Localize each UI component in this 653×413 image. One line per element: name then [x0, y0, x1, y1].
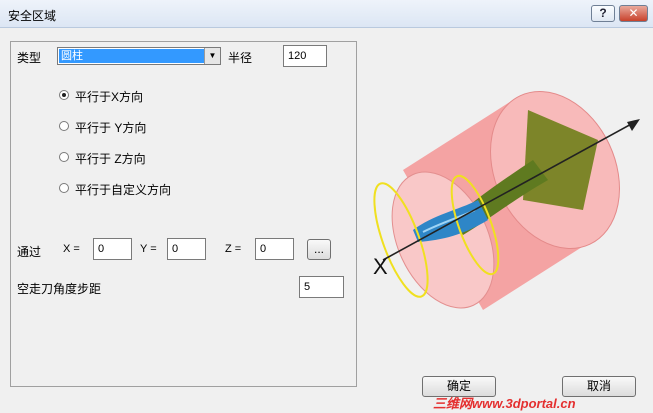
- x-label: X =: [63, 243, 80, 255]
- step-input[interactable]: 5: [299, 276, 344, 298]
- help-button[interactable]: ?: [591, 5, 615, 22]
- radio-parallel-custom-label[interactable]: 平行于自定义方向: [75, 181, 171, 198]
- through-label: 通过: [17, 245, 42, 259]
- radio-parallel-x[interactable]: [59, 90, 69, 100]
- axis-x-label: X: [373, 254, 388, 279]
- type-label: 类型: [17, 51, 42, 65]
- watermark: 三维网www.3dportal.cn: [433, 396, 576, 411]
- close-button[interactable]: ✕: [619, 5, 648, 22]
- radius-input[interactable]: 120: [283, 45, 327, 67]
- radio-parallel-y[interactable]: [59, 121, 69, 131]
- step-label: 空走刀角度步距: [17, 282, 102, 296]
- radio-parallel-custom[interactable]: [59, 183, 69, 193]
- x-input[interactable]: 0: [93, 238, 132, 260]
- browse-button[interactable]: ...: [307, 239, 331, 260]
- radio-parallel-z-label[interactable]: 平行于 Z方向: [75, 150, 146, 167]
- y-input[interactable]: 0: [167, 238, 206, 260]
- title-bar: 安全区域 ? ✕: [0, 0, 653, 28]
- chevron-down-icon[interactable]: ▼: [204, 48, 220, 64]
- y-label: Y =: [140, 243, 157, 255]
- radius-label: 半径: [228, 51, 253, 65]
- z-label: Z =: [225, 243, 242, 255]
- type-select-value: 圆柱: [59, 49, 204, 63]
- type-select[interactable]: 圆柱 ▼: [57, 47, 221, 65]
- cylinder-illustration: X: [373, 90, 640, 310]
- radio-parallel-y-label[interactable]: 平行于 Y方向: [75, 119, 146, 136]
- z-input[interactable]: 0: [255, 238, 294, 260]
- radio-parallel-x-label[interactable]: 平行于X方向: [75, 88, 143, 105]
- window-title: 安全区域: [8, 9, 57, 23]
- radio-parallel-z[interactable]: [59, 152, 69, 162]
